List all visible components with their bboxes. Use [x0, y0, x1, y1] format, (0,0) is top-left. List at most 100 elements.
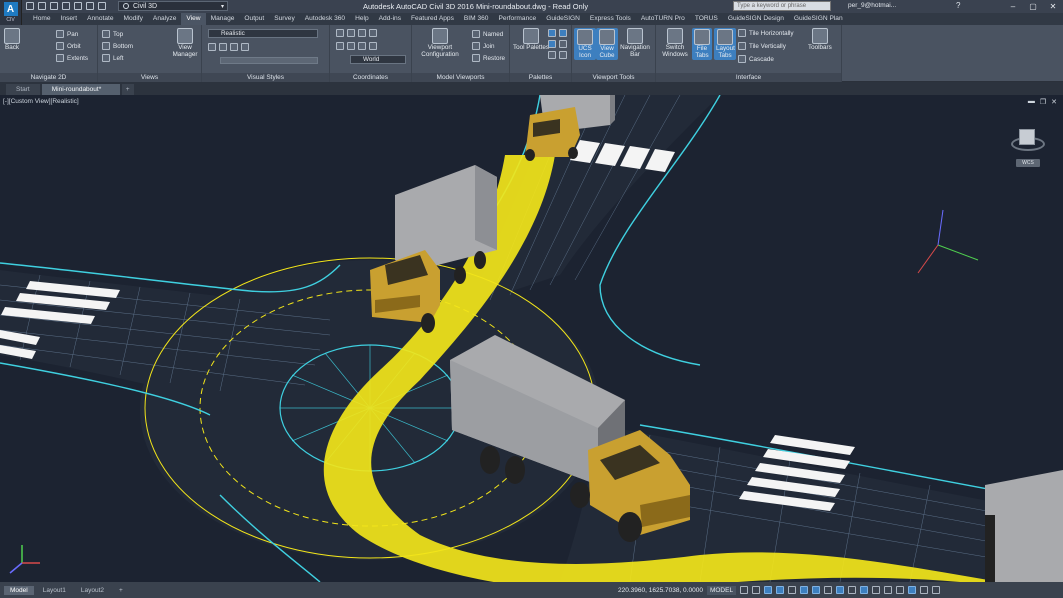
ucs-face-icon[interactable] — [369, 42, 377, 50]
save-icon[interactable] — [50, 2, 58, 10]
tab-modify[interactable]: Modify — [119, 13, 148, 25]
visual-style-dropdown[interactable]: Realistic — [208, 29, 318, 38]
layout-tabs-button[interactable]: Layout Tabs — [714, 28, 736, 60]
panel-title-coordinates[interactable]: Coordinates — [330, 73, 411, 82]
tab-view[interactable]: View — [181, 13, 206, 25]
annotation-scale-icon[interactable] — [860, 586, 869, 594]
extents-button[interactable]: Extents — [56, 54, 88, 62]
panel-title-viewport-tools[interactable]: Viewport Tools — [572, 73, 655, 82]
new-icon[interactable] — [26, 2, 34, 10]
ucs-origin-icon[interactable] — [336, 42, 344, 50]
restore-viewports-button[interactable]: Restore — [472, 54, 505, 62]
application-menu-button[interactable]: A CIV — [0, 0, 22, 25]
pan-button[interactable]: Pan — [56, 30, 78, 38]
markup-icon[interactable] — [559, 40, 567, 48]
tab-guidesign-design[interactable]: GuideSIGN Design — [723, 13, 789, 25]
workspace-switching-icon[interactable] — [872, 586, 881, 594]
viewport-restore-icon[interactable]: ❐ — [1040, 98, 1046, 106]
tab-featured-apps[interactable]: Featured Apps — [406, 13, 459, 25]
tab-torus[interactable]: TORUS — [690, 13, 723, 25]
ucs-view-icon[interactable] — [347, 42, 355, 50]
panel-title-navigate-2d[interactable]: Navigate 2D — [0, 73, 97, 82]
tab-manage[interactable]: Manage — [206, 13, 240, 25]
ucs-y-icon[interactable] — [358, 29, 366, 37]
view-top-button[interactable]: Top — [102, 30, 123, 38]
clean-screen-icon[interactable] — [920, 586, 929, 594]
view-cube-button[interactable]: View Cube — [596, 28, 618, 60]
selection-cycling-icon[interactable] — [848, 586, 857, 594]
user-account[interactable]: per_9@hotmai... — [848, 2, 896, 9]
shadow-icon[interactable] — [208, 43, 216, 51]
named-viewports-button[interactable]: Named — [472, 30, 503, 38]
tab-help[interactable]: Help — [350, 13, 374, 25]
layout-tab-layout1[interactable]: Layout1 — [37, 586, 72, 595]
object-snap-icon[interactable] — [812, 586, 821, 594]
view-cube-face[interactable] — [1019, 129, 1035, 145]
object-snap-tracking-icon[interactable] — [800, 586, 809, 594]
isolate-objects-icon[interactable] — [896, 586, 905, 594]
toolbars-button[interactable]: Toolbars — [808, 28, 832, 51]
tab-annotate[interactable]: Annotate — [82, 13, 118, 25]
close-button[interactable]: ✕ — [1043, 0, 1063, 13]
open-icon[interactable] — [38, 2, 46, 10]
view-cube[interactable]: WCS — [1011, 125, 1045, 169]
sheet-set-icon[interactable] — [559, 29, 567, 37]
tab-express-tools[interactable]: Express Tools — [585, 13, 636, 25]
view-bottom-button[interactable]: Bottom — [102, 42, 133, 50]
panel-title-palettes[interactable]: Palettes — [510, 73, 571, 82]
lineweight-icon[interactable] — [824, 586, 833, 594]
panel-title-model-viewports[interactable]: Model Viewports — [412, 73, 509, 82]
model-viewport[interactable]: [-][Custom View][Realistic] ▬ ❐ ✕ WCS — [0, 95, 1063, 582]
file-tabs-button[interactable]: File Tabs — [692, 28, 712, 60]
tab-output[interactable]: Output — [239, 13, 269, 25]
tab-performance[interactable]: Performance — [493, 13, 541, 25]
annotation-monitor-icon[interactable] — [884, 586, 893, 594]
maximize-button[interactable]: ▢ — [1023, 0, 1043, 13]
customization-icon[interactable] — [932, 586, 941, 594]
cascade-button[interactable]: Cascade — [738, 55, 774, 63]
new-layout-button[interactable]: + — [113, 586, 129, 595]
lights-icon[interactable] — [219, 43, 227, 51]
redo-icon[interactable] — [98, 2, 106, 10]
tab-insert[interactable]: Insert — [56, 13, 83, 25]
doc-tab-start[interactable]: Start — [6, 84, 40, 95]
navigation-bar-button[interactable]: Navigation Bar — [618, 28, 652, 58]
ucs-icon[interactable] — [336, 29, 344, 37]
tool-palettes-button[interactable]: Tool Palettes — [513, 28, 549, 51]
search-input[interactable]: Type a keyword or phrase — [733, 1, 831, 11]
tab-autodesk-360[interactable]: Autodesk 360 — [300, 13, 350, 25]
switch-windows-button[interactable]: Switch Windows — [660, 28, 690, 58]
view-manager-button[interactable]: View Manager — [172, 28, 198, 58]
orbit-button[interactable]: Orbit — [56, 42, 81, 50]
isodraft-icon[interactable] — [788, 586, 797, 594]
ucs-z-icon[interactable] — [369, 29, 377, 37]
xref-icon[interactable] — [559, 51, 567, 59]
transparency-icon[interactable] — [836, 586, 845, 594]
wcs-menu[interactable]: WCS — [1016, 159, 1040, 167]
back-button[interactable]: Back — [4, 28, 20, 51]
cursor-coordinates[interactable]: 220.3960, 1625.7038, 0.0000 — [618, 587, 703, 594]
ortho-icon[interactable] — [764, 586, 773, 594]
viewport-controls-label[interactable]: [-][Custom View][Realistic] — [3, 98, 79, 105]
layout-tab-model[interactable]: Model — [4, 585, 34, 595]
panel-title-views[interactable]: Views — [98, 73, 201, 82]
viewport-configuration-button[interactable]: Viewport Configuration — [418, 28, 462, 58]
help-button[interactable]: ? — [956, 1, 960, 10]
tab-survey[interactable]: Survey — [269, 13, 300, 25]
tab-guidesign[interactable]: GuideSIGN — [541, 13, 585, 25]
ucs-world-dropdown[interactable]: World — [350, 55, 406, 64]
snap-icon[interactable] — [752, 586, 761, 594]
style-slider[interactable] — [220, 57, 318, 64]
undo-icon[interactable] — [86, 2, 94, 10]
panel-title-interface[interactable]: Interface — [656, 73, 841, 82]
layout-tab-layout2[interactable]: Layout2 — [75, 586, 110, 595]
calculator-icon[interactable] — [548, 51, 556, 59]
viewport-minimize-icon[interactable]: ▬ — [1028, 98, 1035, 106]
minimize-button[interactable]: – — [1003, 0, 1023, 13]
workspace-selector[interactable]: Civil 3D ▾ — [118, 1, 228, 11]
doc-tab-mini-roundabout[interactable]: Mini-roundabout* — [41, 84, 120, 95]
tile-vertically-button[interactable]: Tile Vertically — [738, 42, 786, 50]
tile-horizontally-button[interactable]: Tile Horizontally — [738, 29, 794, 37]
properties-icon[interactable] — [548, 29, 556, 37]
design-center-icon[interactable] — [548, 40, 556, 48]
